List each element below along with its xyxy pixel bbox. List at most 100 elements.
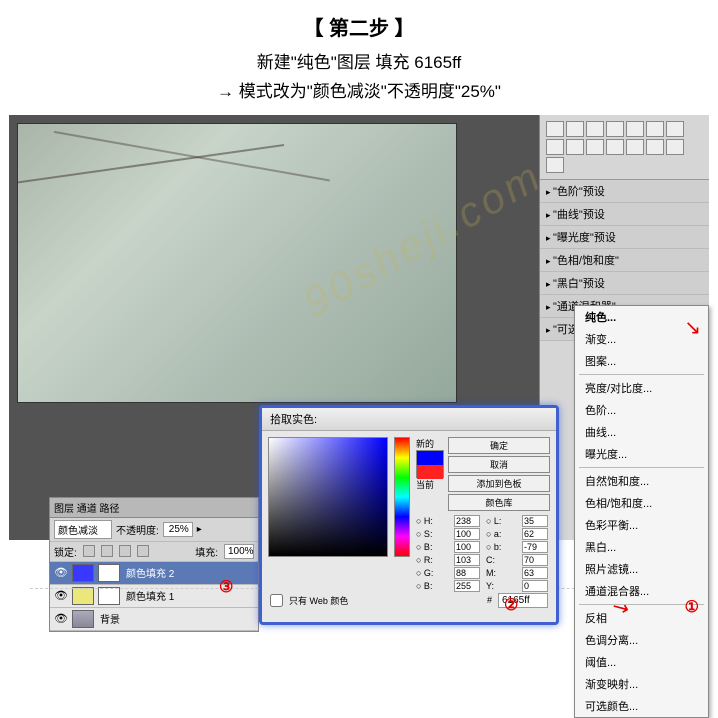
menu-colorbalance[interactable]: 色彩平衡... [575,514,708,536]
visibility-icon[interactable]: 👁 [52,566,70,579]
adjustment-icon[interactable] [566,139,584,155]
g-label: ○ G: [416,568,450,578]
color-library-button[interactable]: 颜色库 [448,494,550,511]
adjustment-icon[interactable] [626,139,644,155]
layer-thumb[interactable] [72,610,94,628]
adjustment-icon[interactable] [606,121,624,137]
dropdown-icon[interactable]: ▸ [197,524,202,535]
adjustment-icon[interactable] [626,121,644,137]
visibility-icon[interactable]: 👁 [52,589,70,602]
layer-thumb[interactable] [72,587,94,605]
r-input[interactable] [454,554,480,566]
photoshop-workspace: 90sheji.com 图层 通道 路径 颜色减淡 不透明度: 25% ▸ 锁定… [9,115,709,540]
layer-item-background[interactable]: 👁 背景 [50,608,258,631]
opacity-label: 不透明度: [116,522,159,537]
menu-exposure[interactable]: 曝光度... [575,443,708,465]
menu-selectivecolor[interactable]: 可选颜色... [575,695,708,717]
hue-slider[interactable] [394,437,410,557]
web-only-checkbox[interactable] [270,594,283,607]
fill-input[interactable]: 100% [224,544,254,559]
ok-button[interactable]: 确定 [448,437,550,454]
blend-opacity-row: 颜色减淡 不透明度: 25% ▸ [50,518,258,542]
m-label: M: [486,568,518,578]
menu-gradientmap[interactable]: 渐变映射... [575,673,708,695]
blend-mode-select[interactable]: 颜色减淡 [54,520,112,539]
preset-item[interactable]: "曲线"预设 [540,203,709,226]
layers-panel: 图层 通道 路径 颜色减淡 不透明度: 25% ▸ 锁定: 填充: 100% 👁… [49,497,259,632]
a-input[interactable] [522,528,548,540]
lock-label: 锁定: [54,544,77,559]
menu-curves[interactable]: 曲线... [575,421,708,443]
menu-vibrance[interactable]: 自然饱和度... [575,470,708,492]
canvas-image[interactable] [17,123,457,403]
h-input[interactable] [454,515,480,527]
c-label: C: [486,555,518,565]
adjustment-icon[interactable] [546,157,564,173]
current-color-label: 当前 [416,478,444,491]
preset-item[interactable]: "曝光度"预设 [540,226,709,249]
a-label: ○ a: [486,529,518,539]
s-input[interactable] [454,528,480,540]
c-input[interactable] [522,554,548,566]
adjustment-icon[interactable] [646,139,664,155]
lock-pixels-icon[interactable] [101,545,113,557]
layer-mask-thumb[interactable] [98,587,120,605]
m-input[interactable] [522,567,548,579]
y-input[interactable] [522,580,548,592]
new-color-label: 新的 [416,437,444,450]
adjustment-icon[interactable] [566,121,584,137]
menu-pattern[interactable]: 图案... [575,350,708,372]
adjustment-icons-toolbar [540,115,709,179]
layer-thumb[interactable] [72,564,94,582]
layer-mask-thumb[interactable] [98,564,120,582]
lock-transparency-icon[interactable] [83,545,95,557]
adjustment-icon[interactable] [666,121,684,137]
menu-hue[interactable]: 色相/饱和度... [575,492,708,514]
add-swatch-button[interactable]: 添加到色板 [448,475,550,492]
menu-posterize[interactable]: 色调分离... [575,629,708,651]
br-input[interactable] [454,541,480,553]
opacity-input[interactable]: 25% [163,522,193,537]
adjustment-icon[interactable] [586,121,604,137]
menu-photofilter[interactable]: 照片滤镜... [575,558,708,580]
layers-panel-tabs[interactable]: 图层 通道 路径 [50,498,258,518]
layer-name: 背景 [96,611,120,626]
menu-separator [579,467,704,468]
hex-label: # [487,595,492,605]
cancel-button[interactable]: 取消 [448,456,550,473]
preset-item[interactable]: "色相/饱和度" [540,249,709,272]
b2-input[interactable] [522,541,548,553]
arrow-icon: ↘ [684,315,701,340]
adjustment-icon[interactable] [646,121,664,137]
annotation-2: ② [504,595,518,615]
adjustment-icon[interactable] [666,139,684,155]
menu-threshold[interactable]: 阈值... [575,651,708,673]
menu-levels[interactable]: 色阶... [575,399,708,421]
instruction-line-1: 新建"纯色"图层 填充 6165ff [0,49,718,78]
annotation-3: ③ [219,577,233,597]
l-label: ○ L: [486,516,518,526]
l-input[interactable] [522,515,548,527]
lock-position-icon[interactable] [119,545,131,557]
adjustment-icon[interactable] [546,139,564,155]
visibility-icon[interactable]: 👁 [52,612,70,625]
color-field[interactable] [268,437,388,557]
y-label: Y: [486,581,518,591]
instruction-line-2: → 模式改为"颜色减淡"不透明度"25%" [0,78,718,107]
annotation-1: ① [685,597,699,617]
color-picker-title: 拾取实色: [262,408,556,431]
r-label: ○ R: [416,555,450,565]
adjustment-icon[interactable] [606,139,624,155]
lock-all-icon[interactable] [137,545,149,557]
g-input[interactable] [454,567,480,579]
adjustment-icon[interactable] [586,139,604,155]
b-label: ○ B: [416,581,450,591]
adjustment-icon[interactable] [546,121,564,137]
layer-name: 颜色填充 2 [122,565,174,580]
preset-item[interactable]: "黑白"预设 [540,272,709,295]
b-input[interactable] [454,580,480,592]
preset-item[interactable]: "色阶"预设 [540,180,709,203]
b2-label: ○ b: [486,542,518,552]
menu-bw[interactable]: 黑白... [575,536,708,558]
menu-brightness[interactable]: 亮度/对比度... [575,377,708,399]
